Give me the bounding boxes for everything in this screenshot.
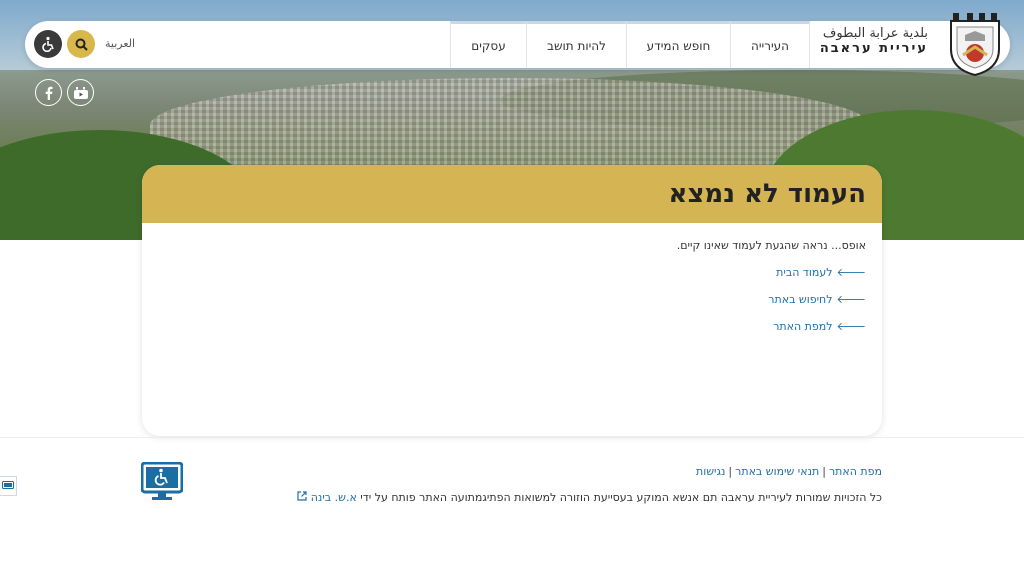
footer-separator: |	[728, 465, 733, 478]
footer-separator: |	[822, 465, 826, 478]
logo-text-arabic: بلدية عرابة البطوف	[822, 26, 928, 41]
arrow-left-icon: 🡐	[836, 293, 867, 306]
nav-item-be-resident[interactable]: להיות תושב	[526, 21, 626, 68]
site-search-link[interactable]: 🡐 לחיפוש באתר	[142, 292, 867, 307]
monitor-icon	[2, 481, 14, 489]
hero-town-image	[150, 78, 870, 173]
copyright-text: כל הזכויות שמורות לעיריית עראבה תם אנשא …	[297, 491, 882, 504]
card-header: העמוד לא נמצא	[142, 165, 882, 223]
main-nav: העירייה חופש המידע להיות תושב עסקים	[450, 21, 810, 68]
nav-item-municipality[interactable]: העירייה	[730, 21, 810, 68]
nav-item-freedom-of-info[interactable]: חופש המידע	[626, 21, 730, 68]
home-page-link-label: לעמוד הבית	[776, 265, 833, 279]
footer-link-sitemap[interactable]: מפת האתר	[829, 465, 882, 478]
footer-links: מפת האתר|תנאי שימוש באתר|נגישות	[696, 465, 882, 478]
developer-credit-link[interactable]: א.ש. בינה	[311, 491, 357, 504]
municipality-logo[interactable]	[940, 9, 1010, 79]
search-icon	[75, 38, 88, 51]
search-button[interactable]	[67, 30, 95, 58]
not-found-message: אופס... נראה שהגעת לעמוד שאינו קיים.	[676, 239, 866, 252]
side-accessibility-widget[interactable]	[0, 476, 17, 496]
facebook-link[interactable]	[35, 79, 62, 106]
logo-text-hebrew: עיריית עראבה	[819, 40, 928, 56]
not-found-card: העמוד לא נמצא אופס... נראה שהגעת לעמוד ש…	[142, 165, 882, 436]
facebook-icon	[45, 86, 53, 100]
site-map-link-label: למפת האתר	[773, 319, 833, 333]
accessibility-monitor-icon	[140, 461, 184, 500]
footer-divider	[0, 437, 1024, 438]
accessibility-statement-button[interactable]	[140, 461, 184, 506]
page-title: העמוד לא נמצא	[668, 179, 866, 209]
card-body: אופס... נראה שהגעת לעמוד שאינו קיים. 🡐 ל…	[142, 223, 882, 333]
footer-link-accessibility[interactable]: נגישות	[696, 465, 725, 478]
language-switch-link[interactable]: العربية	[105, 37, 135, 50]
site-search-link-label: לחיפוש באתר	[768, 292, 833, 306]
arrow-left-icon: 🡐	[836, 320, 867, 333]
crest-icon	[950, 13, 1000, 77]
external-link-icon	[297, 491, 307, 501]
site-map-link[interactable]: 🡐 למפת האתר	[142, 319, 867, 334]
site-header: بلدية عرابة البطوف עיריית עראבה העירייה …	[25, 13, 1010, 77]
youtube-icon	[73, 86, 88, 99]
nav-item-business[interactable]: עסקים	[450, 21, 526, 68]
logo-text: بلدية عرابة البطوف עיריית עראבה	[819, 26, 928, 57]
youtube-link[interactable]	[67, 79, 94, 106]
footer-link-terms[interactable]: תנאי שימוש באתר	[735, 465, 819, 478]
arrow-left-icon: 🡐	[836, 266, 867, 279]
accessibility-button[interactable]	[34, 30, 62, 58]
home-page-link[interactable]: 🡐 לעמוד הבית	[142, 265, 867, 280]
copyright-main: כל הזכויות שמורות לעיריית עראבה תם אנשא …	[356, 491, 882, 504]
wheelchair-icon	[42, 36, 54, 52]
